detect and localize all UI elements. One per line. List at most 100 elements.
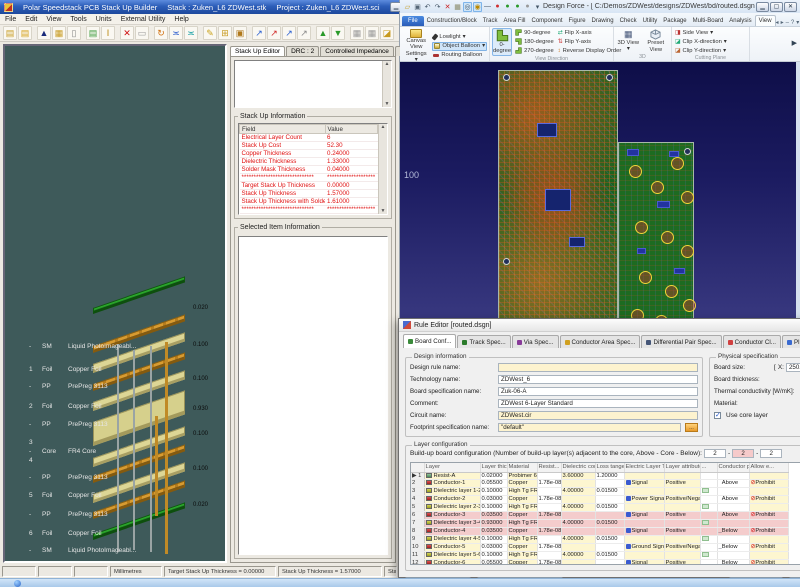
start-orb-icon[interactable]	[14, 580, 21, 587]
ic-component[interactable]	[569, 237, 585, 247]
pcb-board-extension[interactable]	[618, 142, 694, 332]
view-0-degree-button[interactable]: 0-degree	[492, 28, 512, 56]
layer-row[interactable]: 6Conductor-30.03500Copper1.78e-08SignalP…	[411, 512, 788, 520]
layer-row[interactable]: 10Conductor-50.03000Copper1.78e-08Ground…	[411, 544, 788, 552]
ribbon-collapse-icon[interactable]: ‒	[786, 20, 789, 26]
layer-row[interactable]: 7Dielectric layer 3-40.93000High Tg FR44…	[411, 519, 788, 528]
vertical-scrollbar[interactable]: ▲▼	[378, 124, 387, 214]
menu-external-utility[interactable]: External Utility	[121, 16, 166, 23]
help-dropdown-icon[interactable]: ▾	[796, 19, 799, 26]
help-icon[interactable]: ?	[791, 20, 794, 26]
flip-y-axis-button[interactable]: ⇅Flip Y-axis	[557, 37, 623, 46]
tab-scroll-right-icon[interactable]: ▸	[781, 19, 784, 26]
board-size-x-input[interactable]: 250.00000	[786, 363, 800, 372]
tab-conductor-area-spec-[interactable]: Conductor Area Spec...	[560, 335, 641, 348]
compare-blue-icon[interactable]: ≍	[169, 26, 183, 40]
clip-x-direction-button[interactable]: ◪Clip X-direction▾	[674, 37, 728, 46]
layer-row[interactable]: 5Dielectric layer 2-30.10000High Tg FR44…	[411, 503, 788, 512]
circuit-name-input[interactable]: ZDWest.cir	[498, 411, 698, 420]
redo-icon[interactable]: ↷	[433, 3, 442, 11]
flip-x-axis-button[interactable]: ⇄Flip X-axis	[557, 28, 623, 37]
selected-item-box[interactable]	[238, 236, 388, 555]
layer-row[interactable]: 9Dielectric layer 4-50.10000High Tg FR44…	[411, 535, 788, 544]
compare-teal-icon[interactable]: ≍	[184, 26, 198, 40]
arrow-ne-red-icon[interactable]: ↗	[267, 26, 281, 40]
info-row[interactable]: Stack Up Thickness1.57000	[240, 190, 378, 198]
menu-units[interactable]: Units	[96, 16, 112, 23]
scroll-down-icon[interactable]: ▼	[383, 101, 391, 107]
comment-input[interactable]: ZDWest 6-Layer Standard	[498, 399, 698, 408]
tab-via-spec-[interactable]: Via Spec...	[512, 335, 559, 348]
view-180-degree-button[interactable]: 180-degree	[514, 37, 555, 46]
tab-construction-block[interactable]: Construction/Block	[424, 16, 480, 26]
ribbon-scroll-right-icon[interactable]: ▶	[792, 39, 797, 47]
vertical-scrollbar[interactable]: ▲▼	[382, 61, 391, 107]
clip-y-direction-button[interactable]: ◪Clip Y-direction▾	[674, 46, 728, 55]
column-icon[interactable]: I	[101, 26, 115, 40]
undo-icon[interactable]: ↶	[423, 3, 432, 11]
tab-pl-[interactable]: Pl...	[782, 335, 800, 348]
view-90-degree-button[interactable]: 90-degree	[514, 28, 555, 37]
side-view-button[interactable]: ◨Side View▾	[674, 28, 728, 37]
browse-button[interactable]: …	[685, 423, 698, 432]
maximize-button[interactable]: ▢	[770, 2, 783, 12]
balloon-mode-icon[interactable]: ◉	[473, 2, 482, 12]
green-ball-icon[interactable]: ●	[503, 3, 512, 10]
arrow-ne-gray-icon[interactable]: ↗	[297, 26, 311, 40]
taskbar[interactable]	[0, 578, 800, 587]
info-row[interactable]: Stack Up Cost52.30	[240, 142, 378, 150]
stack-layer-slab[interactable]	[93, 276, 185, 314]
menu-view[interactable]: View	[46, 16, 61, 23]
info-row[interactable]: Dielectric Thickness1.33000	[240, 158, 378, 166]
ic-component[interactable]	[545, 189, 571, 211]
ic-component[interactable]	[537, 123, 557, 137]
info-row[interactable]: Electrical Layer Count6	[240, 134, 378, 142]
wizard-icon[interactable]: ▲	[37, 26, 51, 40]
buildup-below-input[interactable]: 2	[760, 449, 782, 458]
tab-figure[interactable]: Figure	[566, 16, 589, 26]
lowlight-button[interactable]: Lowlight▾	[432, 33, 487, 42]
delete-icon[interactable]: ✕	[443, 3, 452, 11]
layer-row[interactable]: 8Conductor-40.03500Copper1.78e-08SignalP…	[411, 528, 788, 536]
info-row[interactable]: ****************************************…	[240, 174, 378, 182]
tab-utility[interactable]: Utility	[640, 16, 661, 26]
gray-ball-icon[interactable]: ●	[523, 3, 532, 10]
speedstack-titlebar[interactable]: Polar Speedstack PCB Stack Up Builder St…	[0, 0, 399, 14]
tab-drawing[interactable]: Drawing	[589, 16, 617, 26]
save-icon[interactable]: ▣	[413, 3, 422, 11]
minimize-button[interactable]: ▁	[756, 2, 769, 12]
insert-up-icon[interactable]: ▲	[316, 26, 330, 40]
cart-icon[interactable]: ▣	[233, 26, 247, 40]
footprint-specification-name-input[interactable]: "default"	[498, 423, 681, 432]
rotate-icon[interactable]: ↻	[154, 26, 168, 40]
layer-row[interactable]: 2Conductor-10.05500Copper1.78e-08SignalP…	[411, 480, 788, 488]
arrow-ne-blue2-icon[interactable]: ↗	[282, 26, 296, 40]
tab-track-spec-[interactable]: Track Spec...	[457, 335, 510, 348]
tab-board-conf-[interactable]: Board Conf...	[403, 334, 456, 348]
grid2-icon[interactable]: ▦	[365, 26, 379, 40]
view-270-degree-button[interactable]: 270-degree	[514, 46, 555, 55]
preset-view-button[interactable]: Preset View	[643, 28, 669, 54]
blank-box-icon[interactable]: ▭	[135, 26, 149, 40]
technology-name-input[interactable]: ZDWest_6	[498, 375, 698, 384]
design-rule-name-input[interactable]	[498, 363, 698, 372]
stackup-listbox[interactable]: ▲▼	[234, 60, 392, 108]
stack-green-icon[interactable]: ▤	[86, 26, 100, 40]
close-button[interactable]: ✕	[784, 2, 797, 12]
info-row[interactable]: Copper Thickness0.24000	[240, 150, 378, 158]
buildup-above-input[interactable]: 2	[704, 449, 726, 458]
scroll-down-icon[interactable]: ▼	[379, 208, 387, 214]
grid-icon[interactable]: ▦	[350, 26, 364, 40]
info-row[interactable]: Target Stack Up Thickness0.00000	[240, 182, 378, 190]
rule-editor-titlebar[interactable]: Rule Editor [routed.dsgn]	[399, 319, 800, 332]
insert-down-icon[interactable]: ▼	[331, 26, 345, 40]
wedge-icon[interactable]: ◪	[380, 26, 394, 40]
menu-tools[interactable]: Tools	[70, 16, 86, 23]
tab-analysis[interactable]: Analysis	[726, 16, 754, 26]
menu-help[interactable]: Help	[174, 16, 188, 23]
red-ball-icon[interactable]: ●	[493, 3, 502, 10]
tab-component[interactable]: Component	[529, 16, 566, 26]
tab-scroll-left-icon[interactable]: ◂	[776, 19, 779, 26]
green-ball2-icon[interactable]: ●	[513, 3, 522, 10]
layer-row[interactable]: 12Conductor-60.05500Copper1.78e-08Signal…	[411, 560, 788, 566]
